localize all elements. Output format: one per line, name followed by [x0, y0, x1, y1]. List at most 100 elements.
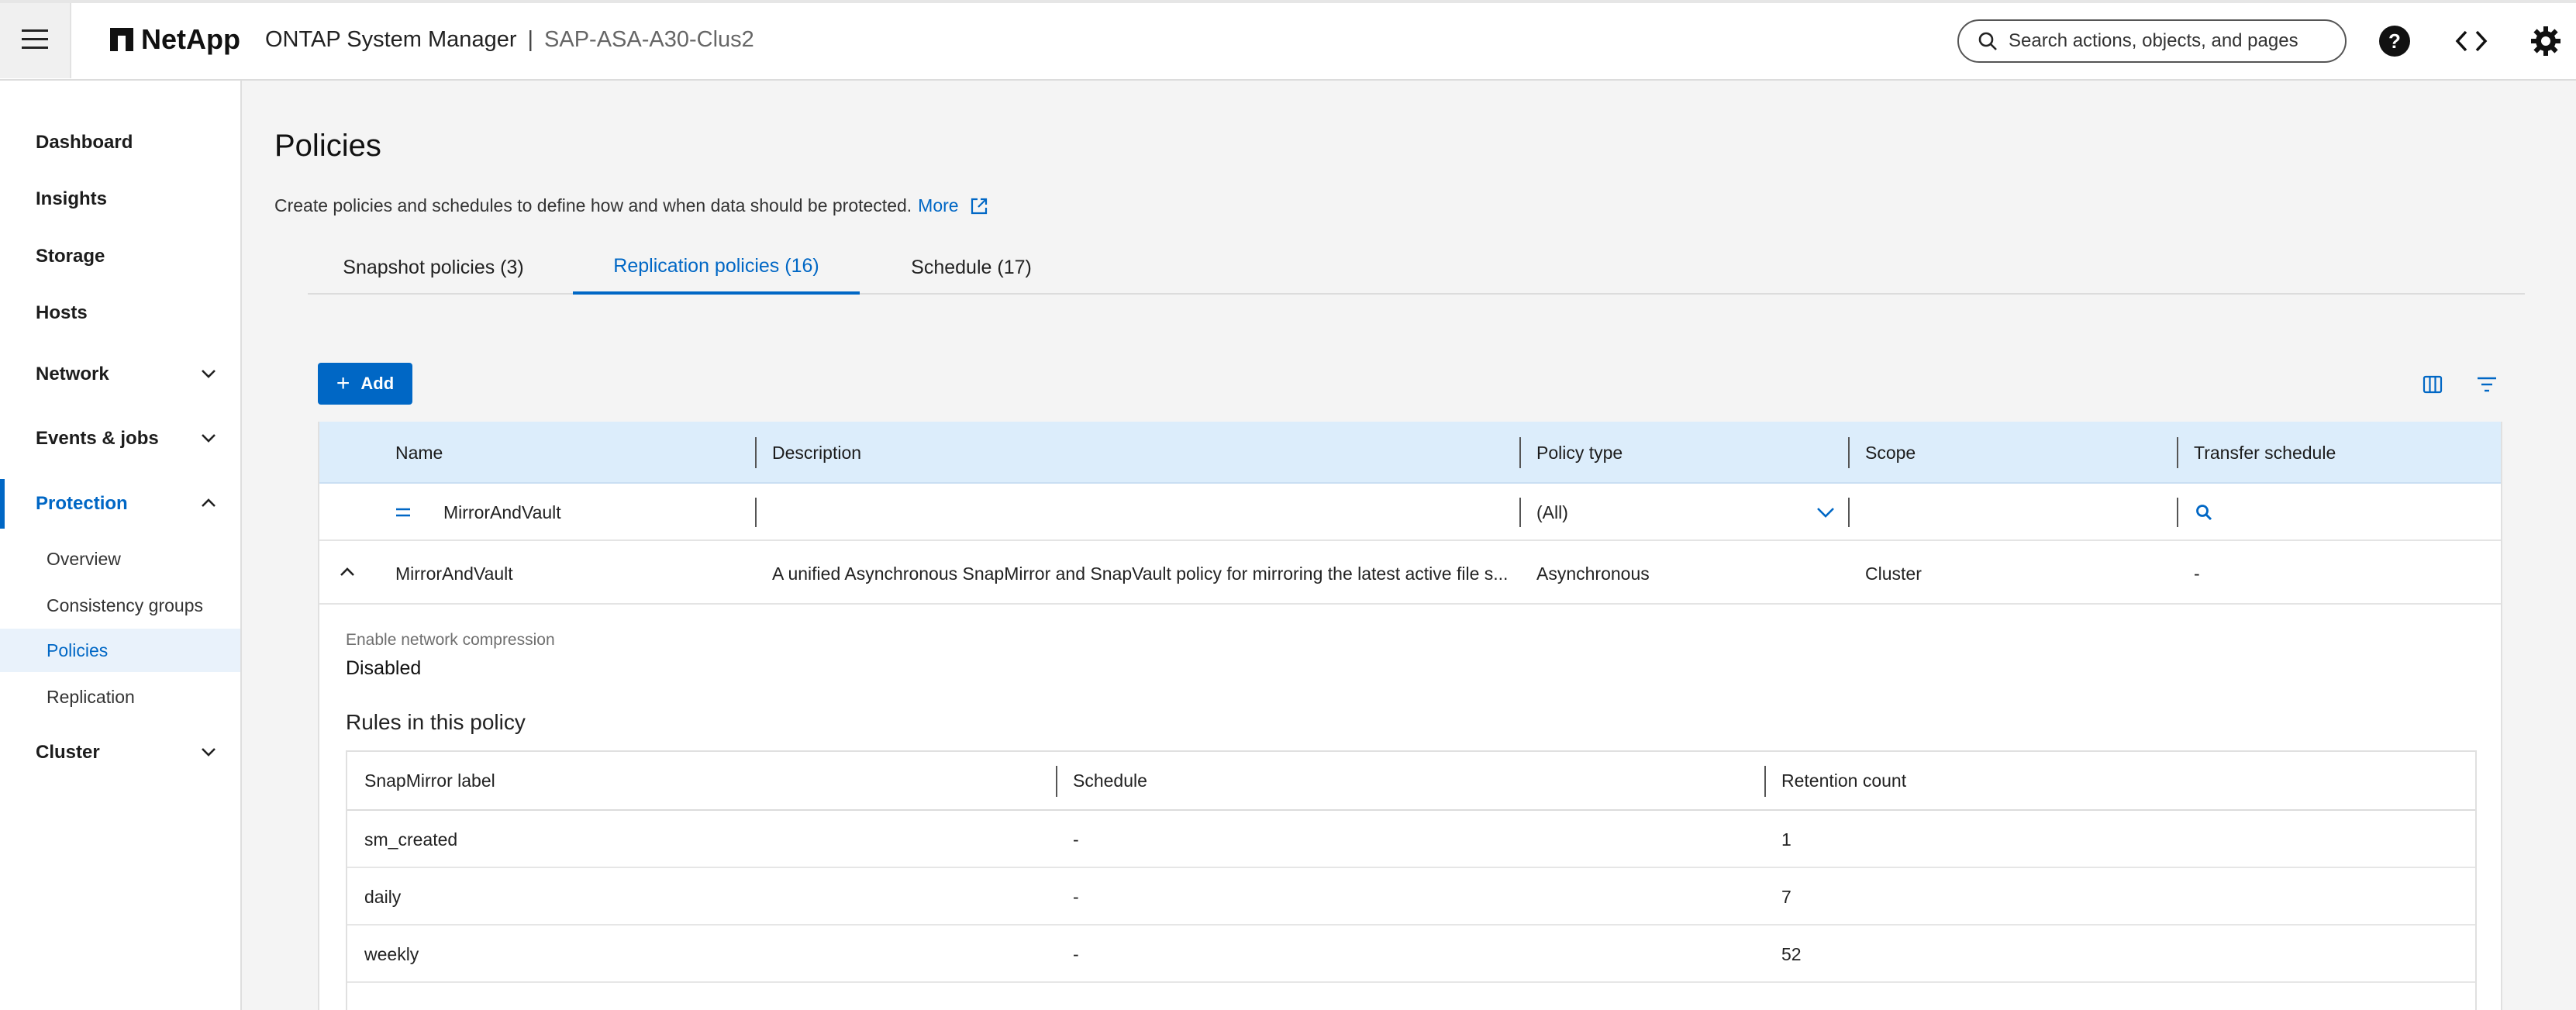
svg-text:?: ?	[2388, 29, 2401, 53]
sidebar-subitem-overview[interactable]: Overview	[0, 537, 240, 581]
policy-tabs: Snapshot policies (3) Replication polici…	[308, 240, 2525, 295]
column-header-transfer-schedule[interactable]: Transfer schedule	[2194, 422, 2336, 484]
sidebar-item-protection[interactable]: Protection	[0, 479, 240, 529]
sidebar-subitem-consistency-groups[interactable]: Consistency groups	[0, 584, 240, 627]
plus-icon: +	[336, 371, 350, 396]
chevron-down-icon	[202, 370, 216, 378]
table-row[interactable]: weekly - 52	[347, 926, 2475, 983]
netapp-logo[interactable]: NetApp	[110, 23, 240, 56]
column-header-scope[interactable]: Scope	[1865, 422, 1916, 484]
title-separator: |	[527, 26, 534, 52]
tab-snapshot-policies[interactable]: Snapshot policies (3)	[312, 240, 555, 295]
filter-button[interactable]	[2473, 371, 2501, 398]
api-code-button[interactable]	[2454, 24, 2488, 58]
global-search-input[interactable]: Search actions, objects, and pages	[1957, 19, 2347, 63]
column-resize-handle[interactable]	[1056, 766, 1057, 797]
sidebar-item-label: Events & jobs	[36, 428, 159, 449]
rules-table: SnapMirror label Schedule Retention coun…	[346, 750, 2477, 1010]
page-description: Create policies and schedules to define …	[274, 195, 988, 216]
network-compression-value: Disabled	[346, 657, 422, 679]
transfer-schedule-filter-button[interactable]	[2195, 484, 2212, 541]
table-row[interactable]: sm_created - 1	[347, 811, 2475, 868]
more-link[interactable]: More	[918, 195, 958, 216]
column-header-retention-count[interactable]: Retention count	[1781, 752, 1906, 809]
name-filter-operator[interactable]	[395, 484, 411, 541]
sidebar-subitem-label: Policies	[47, 639, 109, 660]
policy-type-filter-value: (All)	[1536, 502, 1568, 522]
table-row[interactable]: daily - 7	[347, 868, 2475, 926]
sidebar-subitem-label: Consistency groups	[47, 595, 203, 615]
add-button-label: Add	[360, 374, 395, 393]
sidebar-item-label: Cluster	[36, 742, 100, 763]
table-header: Name Description Policy type Scope Trans…	[319, 422, 2501, 484]
sidebar-item-cluster[interactable]: Cluster	[0, 728, 240, 777]
rule-retention: 7	[1781, 886, 1791, 907]
sidebar-item-hosts[interactable]: Hosts	[0, 288, 240, 338]
column-header-snapmirror-label[interactable]: SnapMirror label	[364, 752, 495, 809]
chevron-down-icon	[1817, 508, 1834, 518]
netapp-logo-icon	[110, 28, 133, 51]
external-link-icon[interactable]	[970, 197, 988, 215]
rule-retention: 52	[1781, 943, 1802, 964]
column-resize-handle[interactable]	[755, 437, 757, 468]
rule-label: daily	[364, 886, 402, 907]
hamburger-menu-button[interactable]	[0, 1, 71, 78]
sidebar-item-storage[interactable]: Storage	[0, 232, 240, 281]
tab-label: Schedule (17)	[911, 256, 1032, 278]
sidebar-subitem-label: Replication	[47, 686, 135, 707]
column-header-policy-type[interactable]: Policy type	[1536, 422, 1623, 484]
main-content: Policies Create policies and schedules t…	[242, 81, 2576, 1010]
equals-icon	[396, 508, 410, 517]
policy-type-filter-select[interactable]: (All)	[1536, 484, 1836, 541]
sidebar-item-label: Protection	[36, 493, 128, 514]
table-row[interactable]: MirrorAndVault A unified Asynchronous Sn…	[319, 543, 2501, 605]
sidebar-subitem-replication[interactable]: Replication	[0, 675, 240, 719]
column-chooser-button[interactable]	[2419, 371, 2447, 398]
description-filter-input[interactable]	[772, 484, 1501, 541]
sidebar: Dashboard Insights Storage Hosts Network…	[0, 81, 242, 1010]
sidebar-item-dashboard[interactable]: Dashboard	[0, 118, 240, 167]
sidebar-subitem-label: Overview	[47, 548, 121, 569]
help-button[interactable]: ?	[2378, 24, 2412, 58]
scope-filter-input[interactable]	[1865, 484, 2167, 541]
column-resize-handle[interactable]	[1764, 766, 1766, 797]
policies-table: Name Description Policy type Scope Trans…	[318, 422, 2502, 1010]
page-description-text: Create policies and schedules to define …	[274, 195, 912, 215]
tab-label: Replication policies (16)	[613, 254, 819, 277]
rule-schedule: -	[1073, 886, 1079, 907]
sidebar-item-insights[interactable]: Insights	[0, 174, 240, 224]
column-resize-handle[interactable]	[2177, 437, 2178, 468]
sidebar-item-label: Network	[36, 364, 109, 384]
sidebar-subitem-policies[interactable]: Policies	[0, 629, 240, 672]
add-button[interactable]: + Add	[318, 363, 412, 405]
settings-button[interactable]	[2529, 24, 2563, 58]
rule-schedule: -	[1073, 943, 1079, 964]
brand-name: NetApp	[141, 23, 240, 55]
filter-divider	[1519, 498, 1521, 527]
column-header-name[interactable]: Name	[395, 422, 443, 484]
policy-scope: Cluster	[1865, 563, 1922, 584]
columns-icon	[2423, 375, 2443, 394]
chevron-down-icon	[202, 748, 216, 757]
help-icon: ?	[2379, 26, 2410, 57]
code-icon	[2455, 30, 2488, 52]
sidebar-item-events-jobs[interactable]: Events & jobs	[0, 414, 240, 464]
column-resize-handle[interactable]	[1519, 437, 1521, 468]
rule-label: sm_created	[364, 829, 458, 850]
column-resize-handle[interactable]	[1848, 437, 1850, 468]
column-header-schedule[interactable]: Schedule	[1073, 752, 1147, 809]
settings-icon	[2531, 26, 2560, 56]
filter-row: MirrorAndVault (All)	[319, 484, 2501, 541]
name-filter-input[interactable]: MirrorAndVault	[443, 484, 561, 541]
tab-replication-policies[interactable]: Replication policies (16)	[573, 240, 860, 295]
chevron-down-icon	[202, 434, 216, 443]
column-header-description[interactable]: Description	[772, 422, 861, 484]
rule-schedule: -	[1073, 829, 1079, 850]
chevron-up-icon[interactable]	[338, 563, 357, 581]
tab-schedule[interactable]: Schedule (17)	[878, 240, 1064, 295]
top-border	[0, 0, 2576, 3]
chevron-up-icon	[202, 498, 216, 507]
network-compression-label: Enable network compression	[346, 631, 555, 649]
rule-retention: 1	[1781, 829, 1791, 850]
sidebar-item-network[interactable]: Network	[0, 350, 240, 399]
